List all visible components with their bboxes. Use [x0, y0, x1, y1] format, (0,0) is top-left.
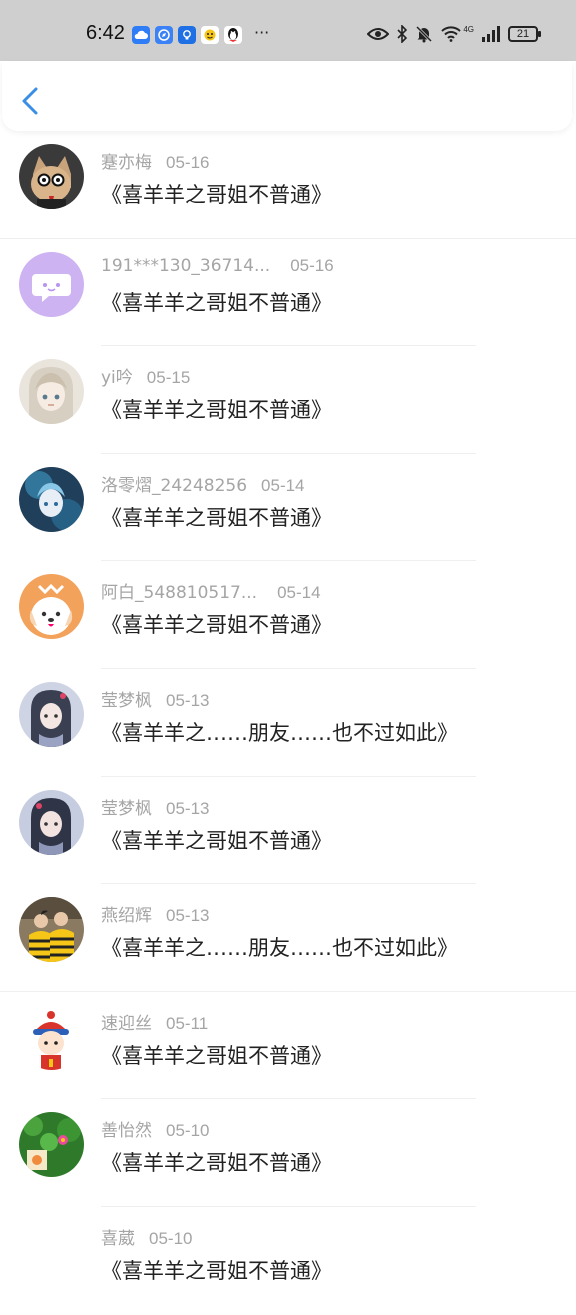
list-item[interactable]: 燕绍辉 05-13 《喜羊羊之……朋友……也不过如此》 [0, 884, 576, 992]
comment-date: 05-16 [290, 255, 334, 275]
list-item[interactable]: 阿白_548810517... 05-14 《喜羊羊之哥姐不普通》 [0, 561, 576, 669]
comment-date: 05-15 [146, 368, 191, 388]
couple-photo-avatar[interactable] [19, 897, 84, 963]
comment-text: 《喜羊羊之哥姐不普通》 [101, 290, 332, 315]
blank-avatar[interactable] [19, 1219, 84, 1285]
comment-date: 05-14 [261, 475, 305, 495]
comment-meta: 速迎丝 05-11 [101, 1009, 208, 1034]
username[interactable]: 喜葳 [101, 1229, 135, 1249]
status-bar: 6:42 ··· 4G 21 [0, 0, 576, 61]
comment-meta: 善怡然 05-10 [101, 1116, 209, 1141]
comment-meta: 喜葳 05-10 [101, 1224, 192, 1249]
comment-date: 05-10 [149, 1228, 193, 1248]
username[interactable]: 速迎丝 [101, 1014, 152, 1034]
comment-meta: 燕绍辉 05-13 [101, 901, 209, 926]
comment-meta: 莹梦枫 05-13 [101, 794, 209, 819]
comment-text: 《喜羊羊之哥姐不普通》 [101, 828, 332, 853]
list-item[interactable]: 莹梦枫 05-13 《喜羊羊之哥姐不普通》 [0, 777, 576, 885]
penguin-app-icon [224, 26, 242, 44]
network-type: 4G [463, 24, 474, 34]
username[interactable]: 莹梦枫 [101, 799, 152, 819]
list-item[interactable]: 喜葳 05-10 《喜羊羊之哥姐不普通》 [0, 1207, 576, 1315]
comment-meta: 莹梦枫 05-13 [101, 686, 209, 711]
comment-date: 05-13 [166, 798, 210, 818]
comment-text: 《喜羊羊之……朋友……也不过如此》 [101, 720, 458, 745]
username[interactable]: 燕绍辉 [101, 906, 152, 926]
list-item[interactable]: 洛零熠_24248256 05-14 《喜羊羊之哥姐不普通》 [0, 454, 576, 562]
username[interactable]: 洛零熠_24248256 [101, 476, 247, 496]
browser-app-icon [155, 26, 173, 44]
comment-text: 《喜羊羊之哥姐不普通》 [101, 505, 332, 530]
more-notifications-icon: ··· [254, 23, 270, 42]
default-chat-avatar[interactable] [19, 251, 84, 317]
anime-blue-avatar[interactable] [19, 466, 84, 532]
anime-girl-avatar[interactable] [19, 681, 84, 747]
username[interactable]: 莹梦枫 [101, 691, 152, 711]
signal-icon [482, 26, 500, 42]
comment-text: 《喜羊羊之哥姐不普通》 [101, 1258, 332, 1283]
cat-avatar[interactable] [19, 144, 84, 209]
comment-date: 05-16 [166, 153, 210, 172]
status-indicators: 4G 21 [367, 24, 541, 43]
cartoon-character-avatar[interactable] [19, 1004, 84, 1070]
back-button[interactable] [16, 83, 46, 119]
list-item[interactable]: yi吟 05-15 《喜羊羊之哥姐不普通》 [0, 346, 576, 454]
comment-text: 《喜羊羊之哥姐不普通》 [101, 398, 332, 423]
bulb-app-icon [178, 26, 196, 44]
wifi-icon [441, 26, 462, 42]
mascot-app-icon [201, 26, 219, 44]
comment-meta: 蹇亦梅 05-16 [101, 148, 209, 173]
bluetooth-icon [397, 25, 408, 43]
list-item[interactable]: 速迎丝 05-11 《喜羊羊之哥姐不普通》 [0, 992, 576, 1100]
header-bar [2, 61, 572, 131]
battery-icon: 21 [508, 26, 541, 42]
mute-bell-icon [416, 25, 433, 43]
anime-girl-avatar[interactable] [19, 359, 84, 425]
list-item[interactable]: 蹇亦梅 05-16 《喜羊羊之哥姐不普通》 [0, 131, 576, 239]
dog-avatar[interactable] [19, 574, 84, 640]
comment-date: 05-13 [166, 690, 210, 710]
comment-text: 《喜羊羊之哥姐不普通》 [101, 613, 332, 638]
list-item[interactable]: 191***130_36714... 05-16 《喜羊羊之哥姐不普通》 [0, 239, 576, 347]
comment-date: 05-14 [277, 583, 321, 603]
anime-girl-avatar[interactable] [19, 789, 84, 855]
comment-meta: 阿白_548810517... 05-14 [101, 578, 321, 603]
status-time: 6:42 [86, 22, 125, 44]
cloud-app-icon [132, 26, 150, 44]
comment-text: 《喜羊羊之哥姐不普通》 [101, 183, 332, 207]
plant-avatar[interactable] [19, 1112, 84, 1178]
list-item[interactable]: 莹梦枫 05-13 《喜羊羊之……朋友……也不过如此》 [0, 669, 576, 777]
username[interactable]: 阿白_548810517... [101, 583, 257, 603]
comment-date: 05-13 [166, 906, 210, 926]
comment-list[interactable]: 蹇亦梅 05-16 《喜羊羊之哥姐不普通》 191***130_36714... 0… [0, 131, 576, 1315]
comment-meta: yi吟 05-15 [101, 363, 190, 388]
comment-text: 《喜羊羊之……朋友……也不过如此》 [101, 936, 458, 961]
comment-text: 《喜羊羊之哥姐不普通》 [101, 1151, 332, 1176]
comment-date: 05-10 [166, 1121, 210, 1141]
username[interactable]: yi吟 [101, 368, 133, 388]
eye-icon [367, 28, 390, 40]
comment-meta: 洛零熠_24248256 05-14 [101, 471, 305, 496]
username[interactable]: 蹇亦梅 [101, 153, 152, 173]
list-item[interactable]: 善怡然 05-10 《喜羊羊之哥姐不普通》 [0, 1099, 576, 1207]
comment-date: 05-11 [166, 1013, 209, 1033]
comment-text: 《喜羊羊之哥姐不普通》 [101, 1043, 332, 1068]
username[interactable]: 191***130_36714... [101, 256, 270, 276]
notification-icons [132, 26, 242, 44]
comment-meta: 191***130_36714... 05-16 [101, 256, 334, 276]
username[interactable]: 善怡然 [101, 1121, 152, 1141]
